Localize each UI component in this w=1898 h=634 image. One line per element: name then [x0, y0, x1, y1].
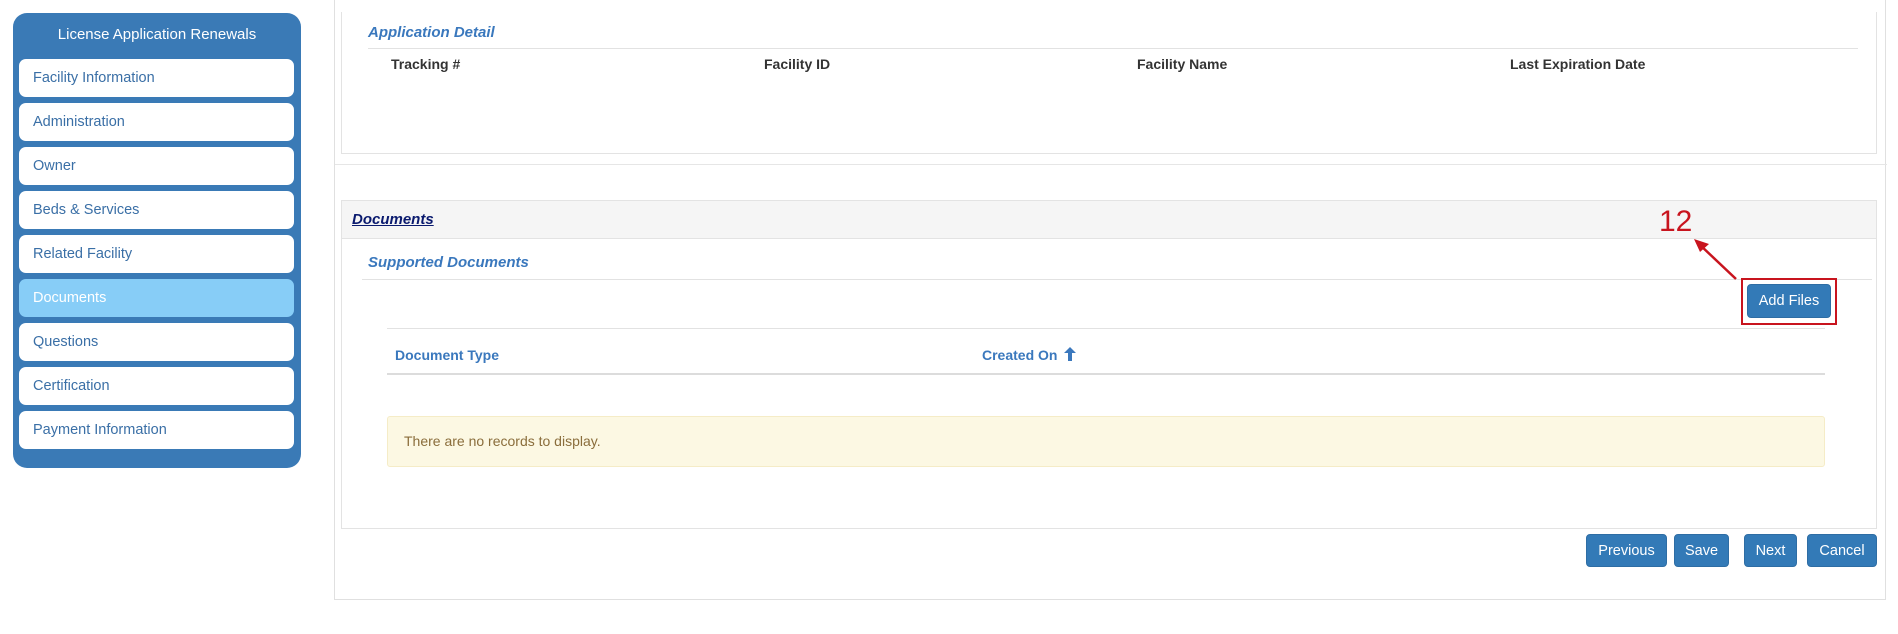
cancel-button[interactable]: Cancel	[1807, 534, 1877, 567]
arrow-up-icon	[1064, 347, 1077, 361]
sidebar-item-questions[interactable]: Questions	[19, 323, 294, 361]
documents-header: Documents	[342, 201, 1876, 239]
section-divider	[335, 164, 1887, 165]
sidebar-item-administration[interactable]: Administration	[19, 103, 294, 141]
table-header-divider	[387, 373, 1825, 375]
column-facility-id: Facility ID	[764, 56, 831, 72]
previous-button[interactable]: Previous	[1586, 534, 1667, 567]
column-created-on-label: Created On	[982, 347, 1058, 363]
empty-records-message: There are no records to display.	[387, 416, 1825, 467]
sidebar-item-payment-information[interactable]: Payment Information	[19, 411, 294, 449]
divider	[362, 279, 1872, 280]
documents-panel: Documents Supported Documents Add Files …	[341, 200, 1877, 529]
application-detail-title: Application Detail	[368, 24, 495, 41]
annotation-highlight-box	[1741, 278, 1837, 325]
application-detail-panel: Application Detail Tracking # Facility I…	[341, 12, 1877, 154]
column-facility-name: Facility Name	[1137, 56, 1228, 72]
supported-documents-title: Supported Documents	[368, 254, 529, 271]
column-tracking: Tracking #	[391, 56, 461, 72]
sidebar-item-documents[interactable]: Documents	[19, 279, 294, 317]
sidebar-item-beds-services[interactable]: Beds & Services	[19, 191, 294, 229]
sidebar-item-owner[interactable]: Owner	[19, 147, 294, 185]
next-button[interactable]: Next	[1744, 534, 1797, 567]
annotation-number: 12	[1659, 205, 1693, 238]
column-document-type-label: Document Type	[395, 347, 499, 363]
column-document-type[interactable]: Document Type	[395, 347, 499, 363]
divider	[368, 48, 1858, 49]
sidebar-item-facility-information[interactable]: Facility Information	[19, 59, 294, 97]
column-created-on[interactable]: Created On	[982, 347, 1077, 363]
sidebar-item-certification[interactable]: Certification	[19, 367, 294, 405]
divider	[387, 328, 1825, 329]
annotation-arrow-icon	[1694, 239, 1737, 280]
documents-header-link[interactable]: Documents	[352, 211, 434, 228]
column-last-expiration-date: Last Expiration Date	[1510, 56, 1646, 72]
sidebar-nav: License Application Renewals Facility In…	[13, 13, 301, 468]
sidebar-title: License Application Renewals	[57, 26, 257, 43]
sidebar-item-related-facility[interactable]: Related Facility	[19, 235, 294, 273]
main-content: Application Detail Tracking # Facility I…	[334, 0, 1887, 600]
save-button[interactable]: Save	[1674, 534, 1729, 567]
